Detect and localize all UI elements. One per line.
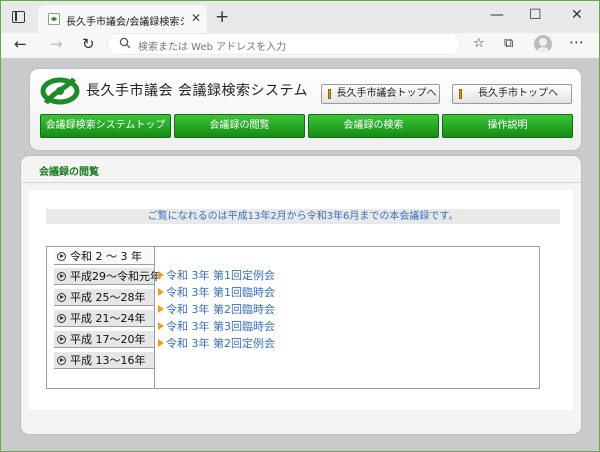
session-link[interactable]: 令和 3年 第1回定例会 <box>158 267 275 283</box>
link-bar-icon <box>328 89 331 99</box>
new-tab-button[interactable]: + <box>215 7 229 27</box>
play-circle-icon <box>57 272 66 281</box>
play-circle-icon <box>57 314 66 323</box>
maximize-button[interactable]: ☐ <box>529 7 542 23</box>
triangle-arrow-icon <box>158 288 164 296</box>
profile-icon[interactable] <box>534 35 552 53</box>
session-link[interactable]: 令和 3年 第1回臨時会 <box>158 284 275 300</box>
triangle-arrow-icon <box>158 339 164 347</box>
site-header: 長久手市議会 会議録検索システム 長久手市議会トップへ 長久手市トップへ 会議録… <box>29 68 582 151</box>
session-link[interactable]: 令和 3年 第2回定例会 <box>158 335 275 351</box>
address-bar[interactable]: 検索または Web アドレスを入力 <box>107 33 461 55</box>
year-range-button[interactable]: 平成 17～20年 <box>54 330 154 348</box>
nav-search[interactable]: 会議録の検索 <box>308 114 439 138</box>
year-range-button[interactable]: 平成 25～28年 <box>54 288 154 306</box>
tab-bar: 長久手市議会/会議録検索システム ✕ + — ☐ ✕ <box>1 1 599 33</box>
content-heading-bar: 会議録の閲覧 <box>21 156 581 183</box>
triangle-arrow-icon <box>158 271 164 279</box>
browser-toolbar: ← → ↻ 検索または Web アドレスを入力 ☆ ⧉ ⋯ <box>1 33 599 57</box>
browse-panel: 令和 2 ～ 3 年 平成29～令和元年 平成 25～28年 平成 21～24年… <box>46 246 540 389</box>
site-title: 長久手市議会 会議録検索システム <box>86 83 309 99</box>
panel-divider <box>154 247 155 388</box>
year-range-button[interactable]: 平成 21～24年 <box>54 309 154 327</box>
city-logo <box>40 77 80 105</box>
collections-icon[interactable]: ⧉ <box>504 36 513 52</box>
more-icon[interactable]: ⋯ <box>569 34 584 50</box>
content-panel: 会議録の閲覧 ご覧になれるのは平成13年2月から令和3年6月までの本会議録です。… <box>20 155 582 435</box>
favicon-icon <box>48 13 60 25</box>
availability-notice: ご覧になれるのは平成13年2月から令和3年6月までの本会議録です。 <box>46 209 560 224</box>
back-icon[interactable]: ← <box>14 36 27 52</box>
address-placeholder: 検索または Web アドレスを入力 <box>138 42 287 53</box>
sidebar-icon[interactable] <box>12 11 25 23</box>
triangle-arrow-icon <box>158 322 164 330</box>
year-range-button[interactable]: 令和 2 ～ 3 年 <box>54 247 154 265</box>
play-circle-icon <box>57 252 66 261</box>
tab-title: 長久手市議会/会議録検索システム <box>66 17 184 28</box>
browser-tab[interactable]: 長久手市議会/会議録検索システム ✕ <box>38 5 207 33</box>
year-range-button[interactable]: 平成29～令和元年 <box>54 267 161 285</box>
nav-system-top[interactable]: 会議録検索システムトップ <box>40 114 171 138</box>
link-bar-icon <box>459 89 462 99</box>
city-top-button[interactable]: 長久手市トップへ <box>452 84 572 104</box>
nav-browse[interactable]: 会議録の閲覧 <box>174 114 305 138</box>
nav-help[interactable]: 操作説明 <box>442 114 573 138</box>
content-inner: ご覧になれるのは平成13年2月から令和3年6月までの本会議録です。 令和 2 ～… <box>29 190 573 410</box>
triangle-arrow-icon <box>158 305 164 313</box>
refresh-icon[interactable]: ↻ <box>82 36 95 52</box>
search-icon <box>119 37 131 49</box>
content-heading: 会議録の閲覧 <box>39 167 99 178</box>
council-top-button[interactable]: 長久手市議会トップへ <box>321 84 440 104</box>
browser-window: 長久手市議会/会議録検索システム ✕ + — ☐ ✕ ← → ↻ 検索または W… <box>0 0 600 452</box>
minimize-button[interactable]: — <box>490 7 504 23</box>
play-circle-icon <box>57 356 66 365</box>
play-circle-icon <box>57 293 66 302</box>
close-window-button[interactable]: ✕ <box>571 7 583 23</box>
close-tab-icon[interactable]: ✕ <box>191 11 201 25</box>
play-circle-icon <box>57 335 66 344</box>
session-link[interactable]: 令和 3年 第3回臨時会 <box>158 318 275 334</box>
session-link[interactable]: 令和 3年 第2回臨時会 <box>158 301 275 317</box>
web-page: 長久手市議会 会議録検索システム 長久手市議会トップへ 長久手市トップへ 会議録… <box>1 58 599 451</box>
favorites-icon[interactable]: ☆ <box>473 36 485 52</box>
year-range-button[interactable]: 平成 13～16年 <box>54 351 154 369</box>
forward-icon[interactable]: → <box>50 36 63 52</box>
